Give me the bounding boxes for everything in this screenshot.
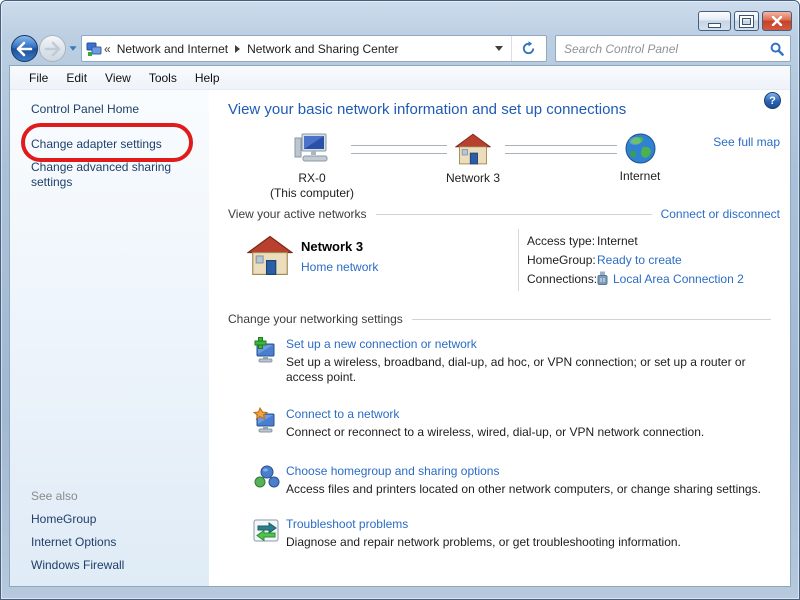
page-title: View your basic network information and … (228, 101, 626, 118)
networking-settings-label: Change your networking settings (228, 312, 403, 326)
refresh-icon (521, 41, 536, 56)
breadcrumb-item-network-and-internet[interactable]: Network and Internet (113, 42, 232, 56)
homegroup-label: HomeGroup: (527, 253, 597, 267)
menu-help[interactable]: Help (186, 71, 229, 85)
map-node-internet[interactable]: Internet (595, 133, 685, 184)
map-node-network[interactable]: Network 3 (428, 133, 518, 186)
search-icon (770, 42, 784, 56)
address-bar[interactable]: « Network and Internet Network and Shari… (81, 35, 547, 62)
task-connect-to-network: Connect to a network Connect or reconnec… (253, 407, 776, 440)
access-type-value: Internet (597, 234, 638, 248)
refresh-button[interactable] (514, 41, 542, 56)
house-icon (247, 235, 293, 277)
ready-to-create-link[interactable]: Ready to create (597, 253, 682, 267)
forward-button[interactable] (39, 35, 66, 62)
address-divider (511, 36, 512, 61)
sidebar-item-internet-options[interactable]: Internet Options (31, 535, 116, 549)
home-network-link[interactable]: Home network (301, 260, 378, 274)
active-networks-section-header: View your active networks Connect or dis… (228, 207, 780, 221)
troubleshoot-icon[interactable] (253, 517, 280, 547)
map-computer-sublabel: (This computer) (267, 186, 357, 201)
task-choose-homegroup: Choose homegroup and sharing options Acc… (253, 464, 776, 497)
address-dropdown-icon[interactable] (495, 46, 503, 51)
minimize-icon (709, 24, 720, 27)
annotation-highlight-circle (21, 123, 193, 162)
active-networks-label: View your active networks (228, 207, 367, 221)
task-troubleshoot-problems: Troubleshoot problems Diagnose and repai… (253, 517, 776, 550)
setup-new-connection-description: Set up a wireless, broadband, dial-up, a… (286, 355, 786, 385)
window: « Network and Internet Network and Shari… (0, 0, 800, 600)
menu-bar: File Edit View Tools Help (10, 66, 790, 90)
help-icon: ? (769, 95, 776, 107)
troubleshoot-problems-description: Diagnose and repair network problems, or… (286, 535, 786, 550)
menu-view[interactable]: View (96, 71, 140, 85)
search-input[interactable] (556, 42, 764, 56)
back-button[interactable] (11, 35, 38, 62)
chevron-down-icon (69, 46, 76, 51)
connect-to-network-description: Connect or reconnect to a wireless, wire… (286, 425, 786, 440)
map-computer-label: RX-0 (267, 171, 357, 186)
computer-icon (294, 133, 330, 166)
back-arrow-icon (15, 41, 34, 57)
close-icon (771, 16, 783, 26)
detail-row-homegroup: HomeGroup: Ready to create (527, 250, 744, 269)
sidebar-item-windows-firewall[interactable]: Windows Firewall (31, 558, 124, 572)
new-connection-icon[interactable] (253, 337, 280, 367)
main-panel: ? View your basic network information an… (209, 90, 790, 586)
window-client-area: File Edit View Tools Help Control Panel … (9, 65, 791, 587)
networking-settings-section-header: Change your networking settings (228, 312, 780, 326)
map-node-computer[interactable]: RX-0 (This computer) (267, 133, 357, 201)
local-area-connection-link[interactable]: Local Area Connection 2 (613, 272, 744, 286)
search-submit[interactable] (764, 42, 790, 56)
close-button[interactable] (762, 11, 792, 31)
section-rule (412, 319, 771, 320)
search-box[interactable] (555, 35, 791, 62)
recent-pages-dropdown[interactable] (69, 46, 77, 51)
detail-row-access-type: Access type: Internet (527, 231, 744, 250)
choose-homegroup-link[interactable]: Choose homegroup and sharing options (286, 464, 499, 478)
homegroup-icon[interactable] (253, 464, 280, 494)
detail-row-connections: Connections: Local Area Connection 2 (527, 269, 744, 288)
active-network-icon[interactable] (247, 235, 293, 280)
connections-label: Connections: (527, 272, 597, 286)
breadcrumb-separator-icon[interactable] (235, 45, 240, 53)
choose-homegroup-description: Access files and printers located on oth… (286, 482, 786, 497)
breadcrumb-collapse-icon[interactable]: « (102, 42, 113, 56)
see-full-map-link[interactable]: See full map (713, 135, 780, 149)
help-button[interactable]: ? (764, 92, 781, 109)
ethernet-connection-icon (597, 271, 608, 286)
sidebar-item-change-advanced-sharing-settings[interactable]: Change advanced sharing settings (31, 160, 191, 190)
task-setup-new-connection: Set up a new connection or network Set u… (253, 337, 776, 385)
troubleshoot-problems-link[interactable]: Troubleshoot problems (286, 517, 408, 531)
map-internet-label: Internet (595, 169, 685, 184)
house-icon (455, 133, 491, 166)
connect-to-network-link[interactable]: Connect to a network (286, 407, 399, 421)
connect-or-disconnect-link[interactable]: Connect or disconnect (661, 207, 780, 221)
sidebar-item-homegroup[interactable]: HomeGroup (31, 512, 96, 526)
section-rule (376, 214, 652, 215)
network-sharing-center-icon (86, 41, 102, 57)
connect-to-network-icon[interactable] (253, 407, 280, 437)
forward-arrow-icon (43, 41, 62, 57)
minimize-button[interactable] (698, 11, 731, 31)
sidebar: Control Panel Home Change adapter settin… (10, 90, 210, 586)
maximize-button[interactable] (734, 11, 759, 31)
active-network-details: Access type: Internet HomeGroup: Ready t… (527, 231, 744, 288)
menu-edit[interactable]: Edit (57, 71, 96, 85)
maximize-icon (740, 16, 753, 27)
sidebar-item-control-panel-home[interactable]: Control Panel Home (31, 102, 139, 116)
access-type-label: Access type: (527, 234, 597, 248)
menu-file[interactable]: File (20, 71, 57, 85)
active-network-divider (518, 229, 519, 291)
map-network-label: Network 3 (428, 171, 518, 186)
see-also-label: See also (31, 489, 78, 503)
globe-icon (625, 133, 656, 164)
setup-new-connection-link[interactable]: Set up a new connection or network (286, 337, 477, 351)
menu-tools[interactable]: Tools (140, 71, 186, 85)
breadcrumb-item-network-and-sharing-center[interactable]: Network and Sharing Center (243, 42, 402, 56)
active-network-name: Network 3 (301, 239, 363, 254)
